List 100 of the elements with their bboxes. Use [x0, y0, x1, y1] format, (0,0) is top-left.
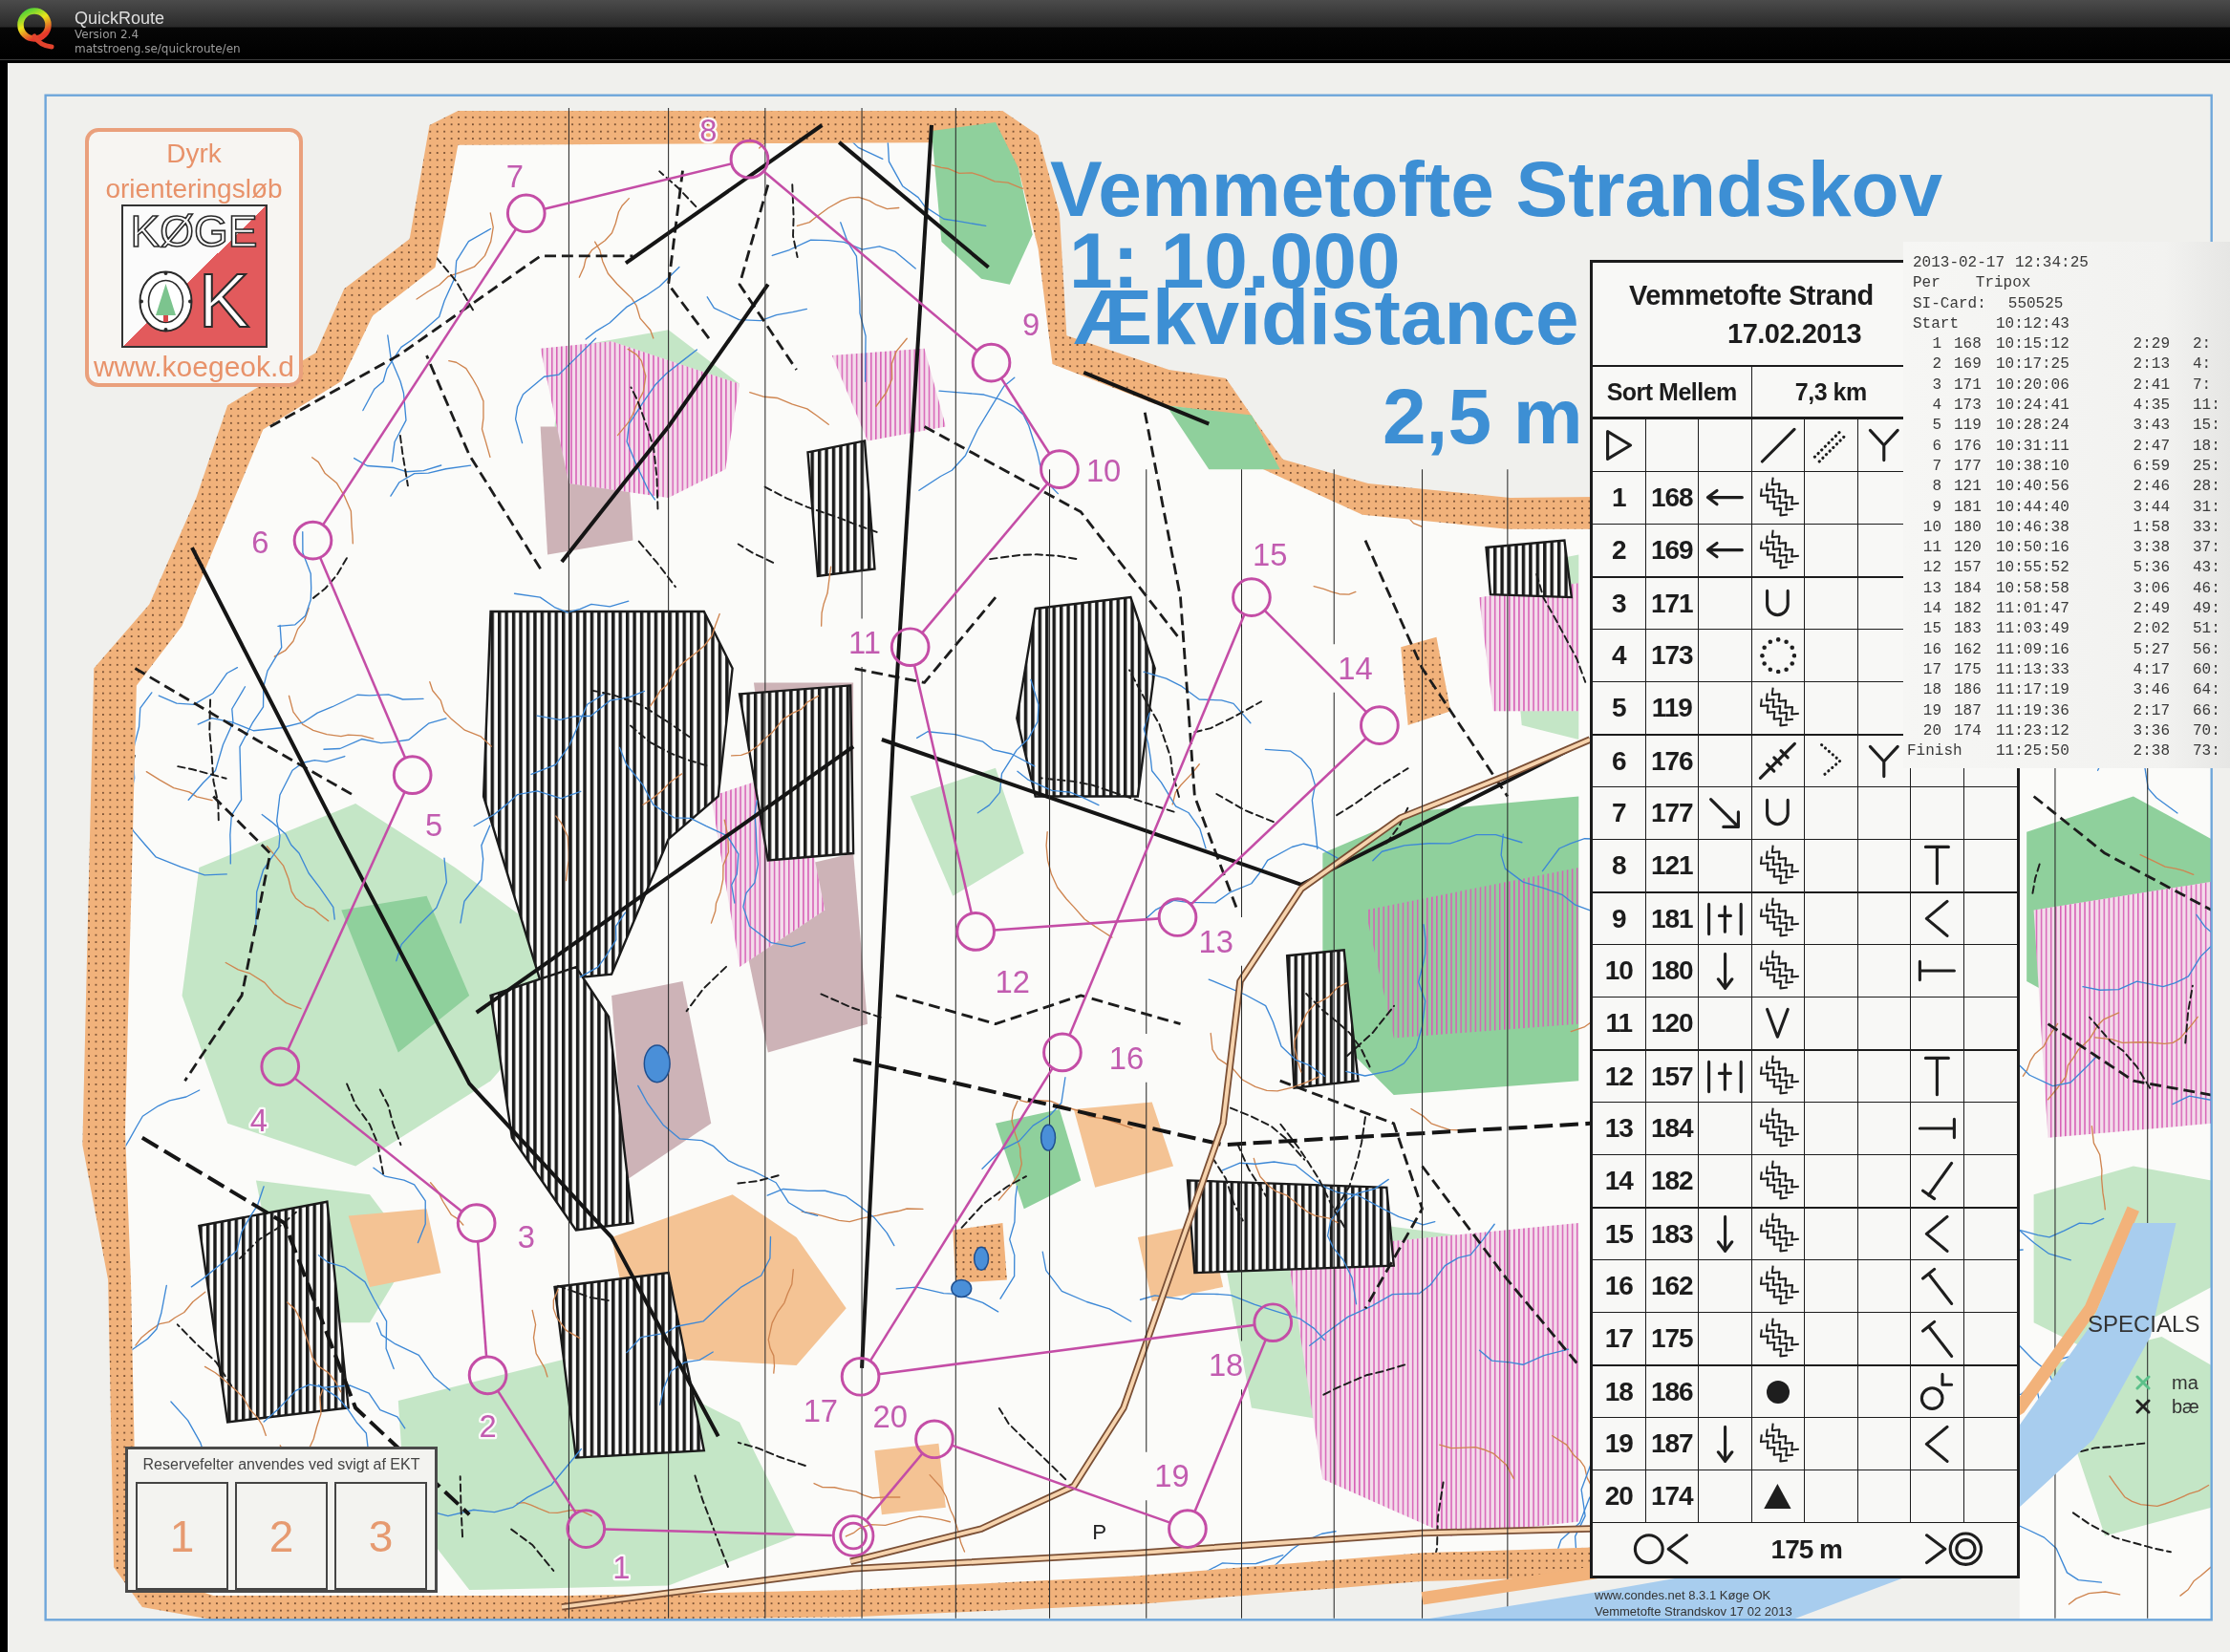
map-control-number: 8 — [699, 113, 718, 149]
split-time: 2:02 — [2133, 619, 2170, 640]
control-circle — [292, 520, 333, 561]
split-time: 3:46 — [2133, 680, 2170, 701]
map-control-number: 2 — [479, 1408, 497, 1445]
course-length: 7,3 km — [1794, 377, 1867, 406]
punch-time: 11:19:36 — [1996, 700, 2069, 721]
printout-date: 2013-02-17 — [1913, 253, 2005, 273]
slogan-text: Dyrk — [166, 139, 222, 168]
punch-number: 11 — [1922, 538, 1941, 559]
map-control-number: 12 — [995, 963, 1031, 999]
control-code: 173 — [1650, 640, 1693, 671]
control-circle — [1232, 577, 1272, 617]
split-time: 3:44 — [2133, 497, 2170, 518]
club-letter: K — [198, 269, 250, 333]
slanted-t-icon — [1919, 1161, 1955, 1201]
punch-number: 19 — [1922, 700, 1941, 721]
print-credit-line: www.condes.net 8.3.1 Køge OK — [1595, 1587, 1771, 1603]
app-url: matstroeng.se/quickroute/en — [75, 42, 241, 56]
split-time: 2:38 — [2133, 741, 2170, 762]
punch-number: 12 — [1922, 558, 1941, 579]
control-code: 183 — [1650, 1218, 1693, 1250]
control-circle — [840, 1356, 881, 1397]
control-number: 3 — [1611, 588, 1626, 619]
punch-number: 14 — [1922, 599, 1941, 620]
control-circle — [1157, 897, 1198, 937]
punch-time: 11:23:12 — [1996, 720, 2069, 741]
start-triangle-icon — [1603, 428, 1634, 462]
control-number: 18 — [1604, 1376, 1633, 1407]
control-code: 169 — [1954, 354, 1982, 375]
punch-time: 10:15:12 — [1996, 334, 2069, 355]
pond — [973, 1246, 990, 1271]
punch-time: 10:20:06 — [1996, 375, 2069, 396]
punch-number: 7 — [1932, 456, 1941, 477]
pond — [951, 1278, 973, 1298]
left-arrow-icon — [1705, 488, 1745, 507]
control-code: 168 — [1954, 334, 1982, 355]
control-code: 157 — [1650, 1061, 1693, 1092]
split-time: 2:13 — [2133, 354, 2170, 375]
punch-number: 16 — [1922, 639, 1941, 660]
chevron-double-circle-icon — [1922, 1531, 1983, 1568]
dotted-circle-icon — [1759, 636, 1796, 675]
punch-number: 13 — [1922, 578, 1941, 599]
control-code: 121 — [1650, 850, 1693, 881]
total-time: 2: — [2193, 334, 2212, 355]
side-t-icon — [1917, 959, 1957, 982]
reserve-field: 2 — [235, 1482, 328, 1590]
split-time: 2:47 — [2133, 436, 2170, 457]
filled-triangle-icon — [1764, 1483, 1792, 1510]
control-code: 119 — [1954, 416, 1982, 437]
control-circle — [1253, 1302, 1294, 1343]
compass-ring-tree-icon — [138, 269, 193, 333]
control-number: 6 — [1611, 745, 1626, 777]
control-circle — [1042, 1032, 1083, 1073]
control-circle — [729, 139, 770, 180]
down-right-arrow-icon — [1707, 796, 1743, 830]
punch-number: 10 — [1922, 517, 1941, 538]
map-control-number: 15 — [1253, 537, 1288, 572]
punch-time: 11:13:33 — [1996, 659, 2069, 680]
control-code: 180 — [1954, 517, 1982, 538]
control-number: 15 — [1604, 1218, 1633, 1250]
course-date: 17.02.2013 — [1727, 316, 1862, 350]
fork-icon — [1867, 743, 1900, 779]
map-control-number: 16 — [1108, 1040, 1145, 1076]
pond — [643, 1044, 671, 1083]
total-time: 15: — [2193, 416, 2220, 437]
angle-icon — [1924, 899, 1950, 938]
control-circle — [955, 912, 996, 952]
punch-time: 10:44:40 — [1996, 497, 2069, 518]
app-title: QuickRoute — [75, 9, 165, 28]
control-circle — [1168, 1509, 1208, 1549]
punch-time: 10:24:41 — [1996, 396, 2069, 417]
total-time: 46: — [2193, 578, 2220, 599]
punch-time: 11:25:50 — [1996, 741, 2069, 762]
punch-time: 11:01:47 — [1996, 599, 2069, 620]
split-time: 5:27 — [2133, 639, 2170, 660]
punch-time: 10:38:10 — [1996, 456, 2069, 477]
split-time: 3:36 — [2133, 720, 2170, 741]
total-time: 66: — [2193, 700, 2220, 721]
club-website: www.koegeok.d — [93, 353, 295, 381]
start-label: Start — [1913, 313, 1959, 334]
punch-time: 10:58:58 — [1996, 578, 2069, 599]
left-arrow-icon — [1705, 541, 1745, 560]
control-number: 20 — [1604, 1481, 1633, 1512]
split-time: 4:35 — [2133, 396, 2170, 417]
control-code: 173 — [1954, 396, 1982, 417]
control-code: 184 — [1650, 1113, 1693, 1144]
reserve-box-title: Reservefelter anvendes ved svigt af EKT — [142, 1455, 420, 1474]
punch-time: 10:50:16 — [1996, 538, 2069, 559]
down-arrow-icon — [1715, 951, 1734, 991]
between-bars-icon — [1705, 901, 1745, 936]
reserve-field: 1 — [136, 1482, 228, 1590]
finish-double-circle — [831, 1514, 875, 1557]
control-code: 162 — [1650, 1271, 1693, 1301]
map-control-number: 5 — [424, 806, 443, 843]
control-code: 187 — [1650, 1428, 1693, 1459]
map-control-number: 4 — [249, 1103, 268, 1139]
control-circle — [1040, 449, 1080, 489]
ticked-line-icon — [1758, 741, 1798, 781]
between-bars-icon — [1705, 1059, 1745, 1094]
